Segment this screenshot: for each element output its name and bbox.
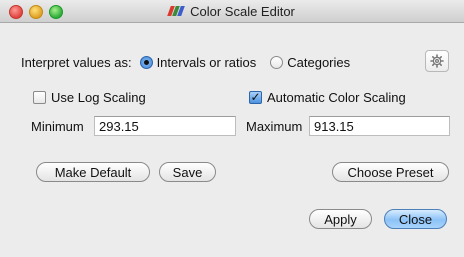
interpret-label: Interpret values as:	[21, 54, 132, 70]
close-button-label: Close	[398, 211, 433, 227]
log-scaling-label[interactable]: Use Log Scaling	[51, 90, 146, 105]
make-default-button-label: Make Default	[54, 164, 132, 180]
auto-color-label[interactable]: Automatic Color Scaling	[267, 90, 406, 105]
auto-color-checkbox[interactable]: ✓	[249, 90, 262, 104]
save-button-label: Save	[172, 164, 203, 180]
maximum-input[interactable]	[309, 116, 450, 136]
apply-button[interactable]: Apply	[309, 209, 372, 229]
maximum-label: Maximum	[246, 119, 303, 134]
window-title: Color Scale Editor	[190, 3, 295, 19]
choose-preset-button[interactable]: Choose Preset	[332, 162, 449, 182]
apply-button-label: Apply	[324, 211, 357, 227]
save-button[interactable]: Save	[159, 162, 216, 182]
minimum-input[interactable]	[94, 116, 236, 136]
title-bar: Color Scale Editor	[0, 0, 464, 23]
color-scale-editor-window: Color Scale Editor Interpret values as: …	[0, 0, 464, 257]
log-scaling-row: Use Log Scaling	[33, 88, 146, 106]
choose-preset-button-label: Choose Preset	[347, 164, 434, 180]
close-button[interactable]: Close	[384, 209, 447, 229]
title-wrap: Color Scale Editor	[0, 0, 464, 22]
interpret-row: Interpret values as: Intervals or ratios…	[21, 53, 350, 71]
log-scaling-checkbox[interactable]	[33, 90, 46, 104]
settings-button[interactable]	[425, 50, 449, 72]
intervals-radio-label[interactable]: Intervals or ratios	[157, 55, 257, 70]
categories-radio[interactable]	[270, 55, 284, 69]
minimum-label: Minimum	[31, 119, 84, 134]
app-logo-icon	[167, 6, 185, 16]
make-default-button[interactable]: Make Default	[36, 162, 150, 182]
categories-radio-label[interactable]: Categories	[287, 55, 350, 70]
gear-icon	[430, 54, 444, 68]
intervals-radio[interactable]	[139, 55, 153, 69]
auto-color-row: ✓ Automatic Color Scaling	[249, 88, 406, 106]
